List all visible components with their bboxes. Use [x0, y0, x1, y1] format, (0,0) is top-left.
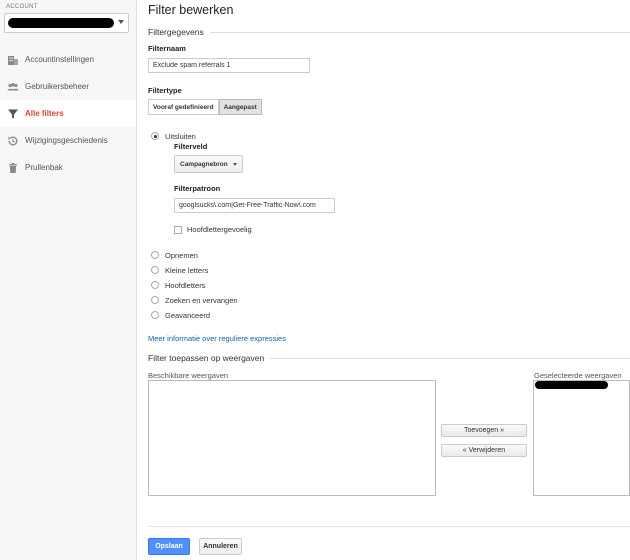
footer-divider: [148, 526, 630, 527]
exclude-radio-row[interactable]: Uitsluiten: [151, 130, 196, 142]
uppercase-radio[interactable]: [151, 281, 159, 289]
section-title-apply-views: Filter toepassen op weergaven: [148, 353, 271, 363]
exclude-radio[interactable]: [151, 132, 159, 140]
cancel-button[interactable]: Annuleren: [199, 538, 242, 555]
filter-icon: [7, 108, 19, 120]
filter-name-label: Filternaam: [148, 44, 186, 53]
sidebar-item-change-history[interactable]: Wijzigingsgeschiedenis: [0, 127, 136, 154]
sidebar-item-all-filters[interactable]: Alle filters: [0, 100, 136, 127]
add-view-button[interactable]: Toevoegen »: [441, 424, 527, 437]
sidebar-item-label: Gebruikersbeheer: [25, 82, 90, 91]
include-radio-row[interactable]: Opnemen: [151, 249, 198, 261]
case-sensitive-row[interactable]: Hoofdlettergevoelig: [174, 225, 252, 234]
filter-field-label: Filterveld: [174, 142, 208, 151]
available-views-label: Beschikbare weergaven: [148, 371, 229, 380]
redacted-view-name: [535, 381, 608, 389]
search-replace-radio-row[interactable]: Zoeken en vervangen: [151, 294, 238, 306]
save-button[interactable]: Opslaan: [148, 538, 190, 555]
search-replace-radio-label: Zoeken en vervangen: [165, 295, 238, 305]
regex-help-link[interactable]: Meer informatie over reguliere expressie…: [148, 334, 286, 343]
filter-type-label: Filtertype: [148, 86, 182, 95]
selected-views-label: Geselecteerde weergaven: [534, 371, 622, 380]
filter-type-toggle: Vooraf gedefinieerd Aangepast: [148, 99, 262, 115]
filter-field-value: Campagnebron: [180, 160, 228, 168]
search-replace-radio[interactable]: [151, 296, 159, 304]
section-divider: [148, 32, 630, 33]
account-label: ACCOUNT: [6, 4, 38, 10]
case-sensitive-checkbox[interactable]: [174, 225, 182, 234]
filter-field-dropdown[interactable]: Campagnebron: [174, 155, 243, 173]
sidebar-item-label: Alle filters: [25, 109, 64, 118]
filter-type-predefined-button[interactable]: Vooraf gedefinieerd: [148, 99, 219, 115]
advanced-radio-label: Geavanceerd: [165, 310, 211, 320]
chevron-down-icon: [233, 163, 237, 166]
account-selector[interactable]: [4, 13, 129, 33]
sidebar-item-label: Wijzigingsgeschiedenis: [25, 136, 108, 145]
sidebar-item-trash[interactable]: Prullenbak: [0, 154, 136, 181]
filter-name-input[interactable]: [148, 58, 310, 73]
sidebar-item-label: Accountinstellingen: [25, 55, 94, 64]
history-icon: [7, 135, 19, 147]
section-title-filter-data: Filtergegevens: [148, 27, 210, 37]
include-radio[interactable]: [151, 251, 159, 259]
users-icon: [7, 81, 19, 93]
building-icon: [7, 54, 19, 66]
filter-type-custom-button[interactable]: Aangepast: [218, 99, 262, 115]
sidebar-item-account-settings[interactable]: Accountinstellingen: [0, 46, 136, 73]
page-title: Filter bewerken: [148, 3, 234, 17]
sidebar-item-user-management[interactable]: Gebruikersbeheer: [0, 73, 136, 100]
exclude-radio-label: Uitsluiten: [165, 131, 196, 141]
lowercase-radio[interactable]: [151, 266, 159, 274]
lowercase-radio-label: Kleine letters: [165, 265, 209, 275]
trash-icon: [7, 162, 19, 174]
sidebar: ACCOUNT Accountinstellingen Gebruikersbe…: [0, 0, 137, 560]
uppercase-radio-label: Hoofdletters: [165, 280, 206, 290]
remove-view-button[interactable]: « Verwijderen: [441, 444, 527, 457]
filter-pattern-input[interactable]: [174, 198, 335, 213]
uppercase-radio-row[interactable]: Hoofdletters: [151, 279, 205, 291]
advanced-radio[interactable]: [151, 311, 159, 319]
include-radio-label: Opnemen: [165, 250, 198, 260]
case-sensitive-label: Hoofdlettergevoelig: [187, 225, 252, 234]
lowercase-radio-row[interactable]: Kleine letters: [151, 264, 208, 276]
sidebar-item-label: Prullenbak: [25, 163, 63, 172]
advanced-radio-row[interactable]: Geavanceerd: [151, 309, 210, 321]
redacted-account-name: [8, 18, 114, 28]
available-views-list[interactable]: [148, 380, 436, 496]
selected-views-list[interactable]: [533, 380, 630, 496]
chevron-down-icon: [118, 20, 124, 24]
filter-pattern-label: Filterpatroon: [174, 184, 221, 193]
